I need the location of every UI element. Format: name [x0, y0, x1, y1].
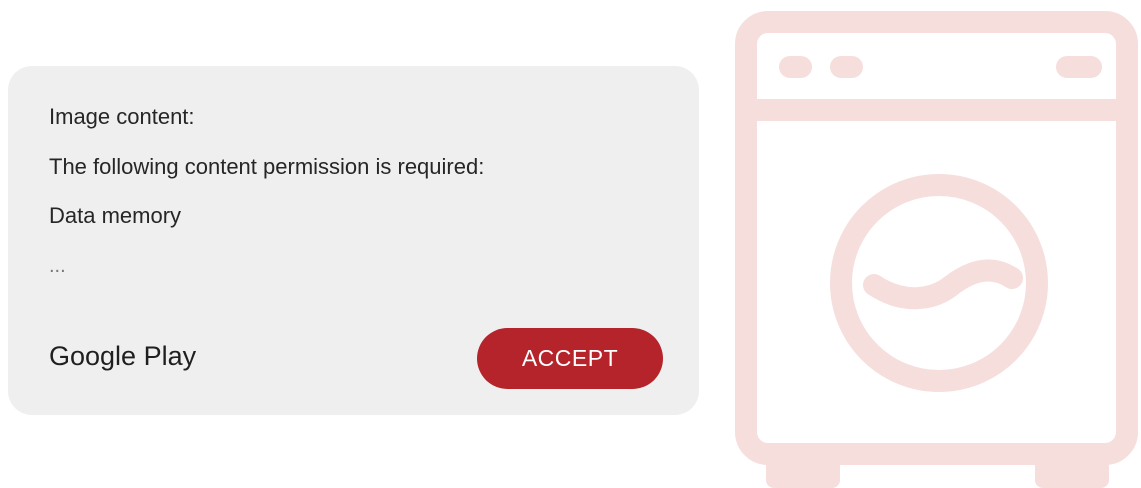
dialog-line-image-content: Image content: [49, 104, 195, 129]
dialog-line-permission-required: The following content permission is requ… [49, 154, 485, 179]
brand-label: Google Play [49, 341, 197, 371]
dialog-line-ellipsis: ... [49, 255, 66, 277]
permission-dialog: Image content: The following content per… [8, 66, 699, 415]
washing-machine-icon [735, 11, 1138, 488]
accept-button[interactable]: ACCEPT [477, 328, 663, 389]
dialog-line-data-memory: Data memory [49, 203, 182, 228]
page: Image content: The following content per… [0, 0, 1141, 488]
